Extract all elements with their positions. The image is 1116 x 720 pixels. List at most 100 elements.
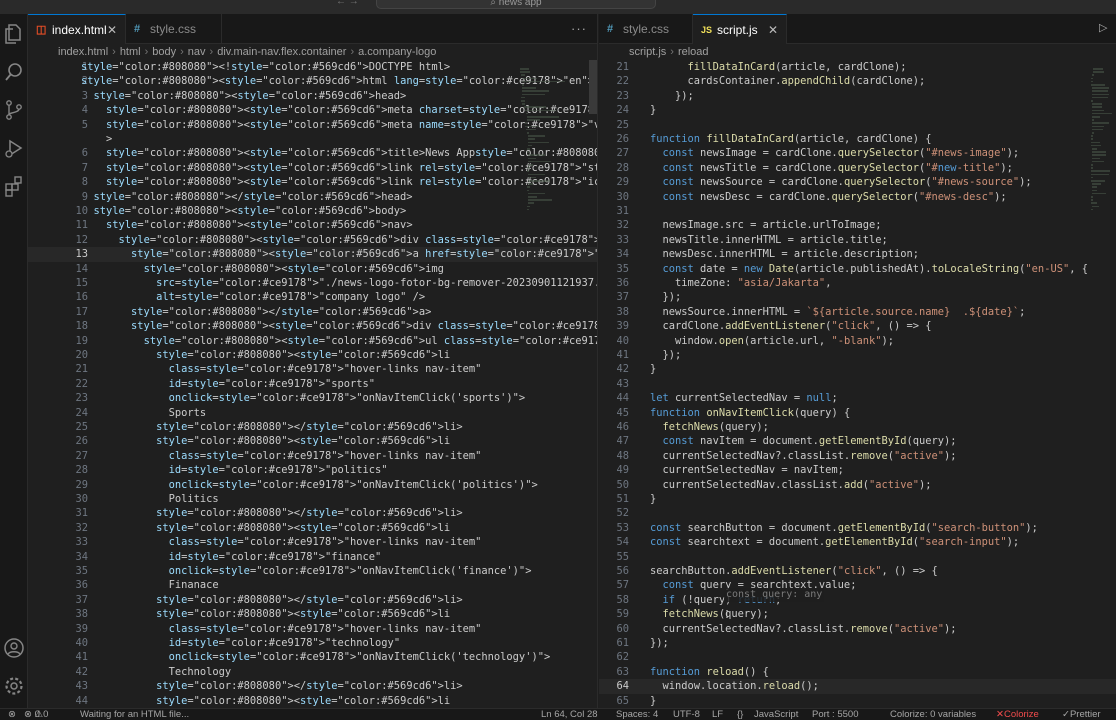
code-line[interactable]: 45 function onNavItemClick(query) { — [599, 406, 1116, 420]
code-line[interactable]: 30 const newsDesc = cardClone.querySelec… — [599, 190, 1116, 204]
run-icon[interactable]: ▷ — [1099, 21, 1108, 34]
code-line[interactable]: 47 const navItem = document.getElementBy… — [599, 434, 1116, 448]
code-line[interactable]: 19 style="color:#808080"><style="color:#… — [28, 334, 597, 348]
code-line[interactable]: 28 const newsTitle = cardClone.querySele… — [599, 161, 1116, 175]
code-line[interactable]: 6 style="color:#808080"><style="color:#5… — [28, 146, 597, 160]
code-line[interactable]: 18 style="color:#808080"><style="color:#… — [28, 319, 597, 333]
code-line[interactable]: 44 let currentSelectedNav = null; — [599, 391, 1116, 405]
account-icon[interactable] — [2, 636, 26, 660]
code-line[interactable]: 51} — [599, 492, 1116, 506]
code-line[interactable]: 9 style="color:#808080"></style="color:#… — [28, 190, 597, 204]
errors-icon[interactable]: ⊗ 0 ⚠ 0 — [24, 709, 48, 720]
code-line[interactable]: 37 style="color:#808080"></style="color:… — [28, 593, 597, 607]
code-line[interactable]: 40 window.open(article.url, "-blank"); — [599, 334, 1116, 348]
code-line[interactable]: 5 style="color:#808080"><style="color:#5… — [28, 118, 597, 132]
code-line[interactable]: 54 const searchtext = document.getElement… — [599, 535, 1116, 549]
code-line[interactable]: 53 const searchButton = document.getEleme… — [599, 521, 1116, 535]
breadcrumb-item[interactable]: div.main-nav.flex.container — [217, 46, 346, 58]
code-line[interactable]: 58 if (!query) return; — [599, 593, 1116, 607]
code-line[interactable]: 41 }); — [599, 348, 1116, 362]
close-icon[interactable]: ✕ — [107, 15, 117, 45]
code-line[interactable]: 41 onclick=style="color:#ce9178">"onNavI… — [28, 650, 597, 664]
language-mode[interactable]: JavaScript — [754, 709, 798, 720]
code-line[interactable]: 57 const query = searchtext.value; — [599, 578, 1116, 592]
code-line[interactable]: 38 newsSource.innerHTML = `${article.sou… — [599, 305, 1116, 319]
command-center[interactable]: ⌕ news app — [376, 0, 656, 9]
extensions-icon[interactable] — [2, 174, 26, 198]
remote-icon[interactable]: ⊗ — [8, 709, 16, 720]
code-line[interactable]: 11 style="color:#808080"><style="color:#… — [28, 218, 597, 232]
code-line[interactable]: 29 onclick=style="color:#ce9178">"onNavI… — [28, 478, 597, 492]
code-line[interactable]: 29 const newsSource = cardClone.querySel… — [599, 175, 1116, 189]
code-line[interactable]: 36 Finanace — [28, 578, 597, 592]
breadcrumb-item[interactable]: nav — [188, 46, 206, 58]
code-line[interactable]: 36 timeZone: "asia/Jakarta", — [599, 276, 1116, 290]
code-line[interactable]: 52 — [599, 506, 1116, 520]
code-line[interactable]: 56 searchButton.addEventListener("click",… — [599, 564, 1116, 578]
breadcrumb-item[interactable]: a.company-logo — [358, 46, 436, 58]
code-line[interactable]: 25 — [599, 118, 1116, 132]
code-line[interactable]: 1 style="color:#808080"><!style="color:#5… — [28, 60, 597, 74]
code-line[interactable]: 27 class=style="color:#ce9178">"hover-li… — [28, 449, 597, 463]
code-line[interactable]: 27 const newsImage = cardClone.querySele… — [599, 146, 1116, 160]
indentation[interactable]: Spaces: 4 — [616, 709, 658, 720]
code-line[interactable]: 42 Technology — [28, 665, 597, 679]
explorer-icon[interactable] — [2, 22, 26, 46]
code-line[interactable]: 64 window.location.reload(); — [599, 679, 1116, 694]
nav-arrows[interactable]: ← → — [336, 0, 359, 7]
code-line[interactable]: 35 onclick=style="color:#ce9178">"onNavI… — [28, 564, 597, 578]
code-line[interactable]: 63 function reload() { — [599, 665, 1116, 679]
code-line[interactable]: 59 fetchNews(query); — [599, 607, 1116, 621]
prettier-status[interactable]: ✓ Prettier — [1062, 709, 1101, 720]
scrollbar[interactable] — [587, 60, 597, 708]
code-line[interactable]: > — [28, 132, 597, 146]
code-line[interactable]: 49 currentSelectedNav = navItem; — [599, 463, 1116, 477]
code-line[interactable]: 34 newsDesc.innerHTML = article.descript… — [599, 247, 1116, 261]
code-line[interactable]: 3 style="color:#808080"><style="color:#5… — [28, 89, 597, 103]
code-line[interactable]: 24 Sports — [28, 406, 597, 420]
code-line[interactable]: 12 style="color:#808080"><style="color:#… — [28, 233, 597, 247]
breadcrumb-item[interactable]: body — [152, 46, 176, 58]
code-line[interactable]: 61}); — [599, 636, 1116, 650]
code-line[interactable]: 13 style="color:#808080"><style="color:#… — [28, 247, 597, 262]
code-line[interactable]: 44 style="color:#808080"><style="color:#… — [28, 694, 597, 708]
tab-script-js[interactable]: JS script.js ✕ — [693, 14, 787, 44]
code-line[interactable]: 17 style="color:#808080"></style="color:… — [28, 305, 597, 319]
code-line[interactable]: 35 const date = new Date(article.publish… — [599, 262, 1116, 276]
code-editor-js[interactable]: 21 fillDataInCard(article, cardClone); 22… — [599, 60, 1116, 708]
breadcrumb-item[interactable]: script.js — [629, 46, 666, 58]
code-line[interactable]: 34 id=style="color:#ce9178">"finance" — [28, 550, 597, 564]
code-line[interactable]: 32 style="color:#808080"><style="color:#… — [28, 521, 597, 535]
cursor-position[interactable]: Ln 64, Col 28 — [541, 709, 598, 720]
code-line[interactable]: 15 src=style="color:#ce9178">"./news-log… — [28, 276, 597, 290]
code-line[interactable]: 32 newsImage.src = article.urlToImage; — [599, 218, 1116, 232]
close-icon[interactable]: ✕ — [768, 15, 778, 45]
code-line[interactable]: 37 }); — [599, 290, 1116, 304]
code-line[interactable]: 21 fillDataInCard(article, cardClone); — [599, 60, 1116, 74]
code-line[interactable]: 43 style="color:#808080"></style="color:… — [28, 679, 597, 693]
code-line[interactable]: 20 style="color:#808080"><style="color:#… — [28, 348, 597, 362]
colorize-button[interactable]: ✕ Colorize — [996, 709, 1039, 720]
code-editor-html[interactable]: 1 style="color:#808080"><!style="color:#5… — [28, 60, 597, 708]
code-line[interactable]: 7 style="color:#808080"><style="color:#5… — [28, 161, 597, 175]
code-line[interactable]: 33 newsTitle.innerHTML = article.title; — [599, 233, 1116, 247]
code-line[interactable]: 26 style="color:#808080"><style="color:#… — [28, 434, 597, 448]
more-actions-icon[interactable]: ··· — [571, 21, 587, 36]
code-line[interactable]: 21 class=style="color:#ce9178">"hover-li… — [28, 362, 597, 376]
source-control-icon[interactable] — [2, 98, 26, 122]
code-line[interactable]: 60 currentSelectedNav?.classList.remove(… — [599, 622, 1116, 636]
braces-icon[interactable]: {} — [737, 709, 743, 720]
tab-index-html[interactable]: ◫ index.html ✕ — [28, 14, 126, 44]
live-server-port[interactable]: Port : 5500 — [812, 709, 858, 720]
gear-icon[interactable] — [2, 674, 26, 698]
code-line[interactable]: 39 class=style="color:#ce9178">"hover-li… — [28, 622, 597, 636]
scrollbar-thumb[interactable] — [589, 60, 597, 114]
breadcrumb-item[interactable]: reload — [678, 46, 709, 58]
code-line[interactable]: 46 fetchNews(query); — [599, 420, 1116, 434]
breadcrumb-item[interactable]: index.html — [58, 46, 108, 58]
code-line[interactable]: 22 cardsContainer.appendChild(cardClone)… — [599, 74, 1116, 88]
code-line[interactable]: 43 — [599, 377, 1116, 391]
run-debug-icon[interactable] — [2, 136, 26, 160]
code-line[interactable]: 48 currentSelectedNav?.classList.remove(… — [599, 449, 1116, 463]
code-line[interactable]: 40 id=style="color:#ce9178">"technology" — [28, 636, 597, 650]
